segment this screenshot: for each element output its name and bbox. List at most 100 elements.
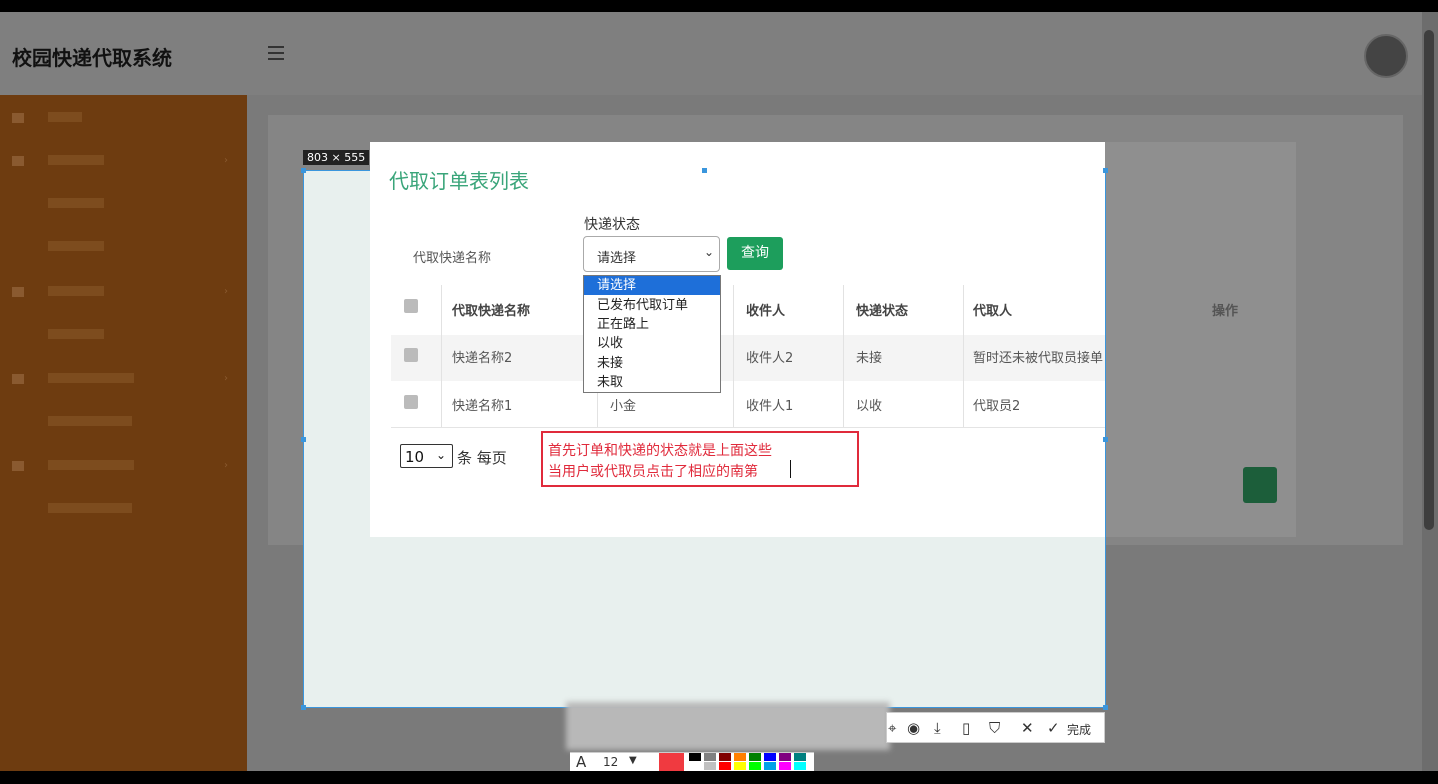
chevron-icon: ›: [224, 155, 228, 166]
resize-handle[interactable]: [1103, 437, 1108, 442]
dropdown-option[interactable]: 未接: [584, 354, 720, 373]
chevron-down-icon: ⌄: [704, 245, 715, 259]
col-header-agent: 代取人: [973, 304, 1013, 319]
download-icon[interactable]: ⤓: [934, 719, 941, 737]
bookmark-icon[interactable]: ⛉: [989, 719, 1000, 737]
annotation-line: 当用户或代取员点击了相应的南第: [548, 464, 758, 480]
sidebar-item[interactable]: ›: [0, 371, 247, 391]
cell-name: 快递名称1: [452, 399, 513, 414]
save-icon[interactable]: ▯: [962, 719, 970, 737]
current-color-swatch[interactable]: [659, 753, 684, 771]
pin-icon[interactable]: ⌖: [888, 719, 896, 737]
cell-owner: 小金: [610, 399, 637, 414]
list-icon: [12, 287, 24, 297]
list-icon: [12, 374, 24, 384]
flag-icon: [12, 113, 24, 123]
chevron-icon: ›: [224, 286, 228, 297]
sidebar-item[interactable]: [0, 110, 247, 130]
row-checkbox[interactable]: [404, 348, 418, 362]
column-divider: [733, 285, 734, 427]
filter-status-label: 快递状态: [584, 217, 640, 233]
resize-handle[interactable]: [301, 437, 306, 442]
color-swatch[interactable]: [719, 762, 731, 770]
sidebar-item[interactable]: ›: [0, 284, 247, 304]
list-icon: [12, 461, 24, 471]
dropdown-option[interactable]: 正在路上: [584, 315, 720, 334]
resize-handle[interactable]: [702, 168, 707, 173]
column-divider: [963, 285, 964, 427]
user-avatar[interactable]: [1364, 34, 1408, 78]
sidebar-subitem[interactable]: [0, 196, 247, 216]
annotation-line: 首先订单和快递的状态就是上面这些: [548, 443, 772, 459]
resize-handle[interactable]: [301, 705, 306, 710]
menu-toggle-icon[interactable]: [268, 46, 286, 60]
sidebar-subitem[interactable]: [0, 501, 247, 521]
chevron-down-icon[interactable]: ▼: [629, 755, 637, 766]
col-header-actions: 操作: [1212, 304, 1239, 319]
column-divider: [441, 285, 442, 427]
column-divider: [843, 285, 844, 427]
chevron-icon: ›: [224, 460, 228, 471]
font-icon[interactable]: A: [576, 753, 586, 771]
sidebar-subitem[interactable]: [0, 414, 247, 434]
color-swatch[interactable]: [749, 762, 761, 770]
resize-handle[interactable]: [1103, 705, 1108, 710]
cell-agent: 代取员2: [973, 399, 1021, 414]
color-swatch[interactable]: [794, 762, 806, 770]
color-swatch[interactable]: [689, 762, 701, 770]
sidebar-item[interactable]: ›: [0, 153, 247, 173]
font-size-value[interactable]: 12: [603, 755, 618, 769]
app-header: [0, 12, 1422, 95]
resize-handle[interactable]: [1103, 168, 1108, 173]
sidebar-item[interactable]: ›: [0, 458, 247, 478]
page-size-value: 10: [405, 448, 425, 466]
chevron-down-icon: ⌄: [436, 448, 447, 462]
search-button[interactable]: 查询: [727, 237, 783, 270]
color-swatch[interactable]: [734, 753, 746, 761]
sidebar-subitem[interactable]: [0, 239, 247, 259]
cell-agent: 暂时还未被代取员接单: [973, 351, 1104, 366]
select-all-checkbox[interactable]: [404, 299, 418, 313]
color-swatch[interactable]: [704, 753, 716, 761]
row-checkbox[interactable]: [404, 395, 418, 409]
color-swatch[interactable]: [704, 762, 716, 770]
app-title: 校园快递代取系统: [12, 46, 172, 70]
page-size-label: 条 每页: [457, 449, 507, 467]
col-header-recipient: 收件人: [746, 304, 786, 319]
color-swatch[interactable]: [794, 753, 806, 761]
color-swatch[interactable]: [734, 762, 746, 770]
cell-status: 以收: [856, 399, 883, 414]
toolbar-blurred: [566, 702, 890, 750]
chevron-icon: ›: [224, 373, 228, 384]
cell-name: 快递名称2: [452, 351, 513, 366]
top-border: [0, 0, 1438, 12]
col-header-status: 快递状态: [856, 304, 909, 319]
filter-name-label: 代取快递名称: [413, 251, 492, 266]
color-swatch[interactable]: [779, 762, 791, 770]
color-swatch[interactable]: [719, 753, 731, 761]
scrollbar-thumb[interactable]: [1424, 30, 1434, 530]
col-header-name: 代取快递名称: [452, 304, 531, 319]
done-button[interactable]: 完成: [1067, 721, 1091, 738]
color-swatch[interactable]: [764, 753, 776, 761]
close-icon[interactable]: ✕: [1021, 719, 1034, 737]
cell-recipient: 收件人2: [746, 351, 794, 366]
capture-size-badge: 803 × 555: [303, 150, 370, 165]
color-swatch[interactable]: [689, 753, 701, 761]
check-icon[interactable]: ✓: [1047, 719, 1060, 737]
color-swatch[interactable]: [764, 762, 776, 770]
dropdown-option[interactable]: 请选择: [584, 276, 720, 295]
page-title: 代取订单表列表: [389, 169, 529, 193]
record-icon[interactable]: ◉: [907, 719, 920, 737]
sidebar-subitem[interactable]: [0, 327, 247, 347]
cell-recipient: 收件人1: [746, 399, 794, 414]
status-select-value: 请选择: [597, 251, 637, 266]
color-swatch[interactable]: [749, 753, 761, 761]
dropdown-option[interactable]: 以收: [584, 334, 720, 353]
resize-handle[interactable]: [301, 168, 306, 173]
text-caret: [790, 460, 791, 478]
action-button[interactable]: [1243, 467, 1277, 503]
dropdown-option[interactable]: 未取: [584, 373, 720, 392]
color-swatch[interactable]: [779, 753, 791, 761]
dropdown-option[interactable]: 已发布代取订单: [584, 296, 720, 315]
